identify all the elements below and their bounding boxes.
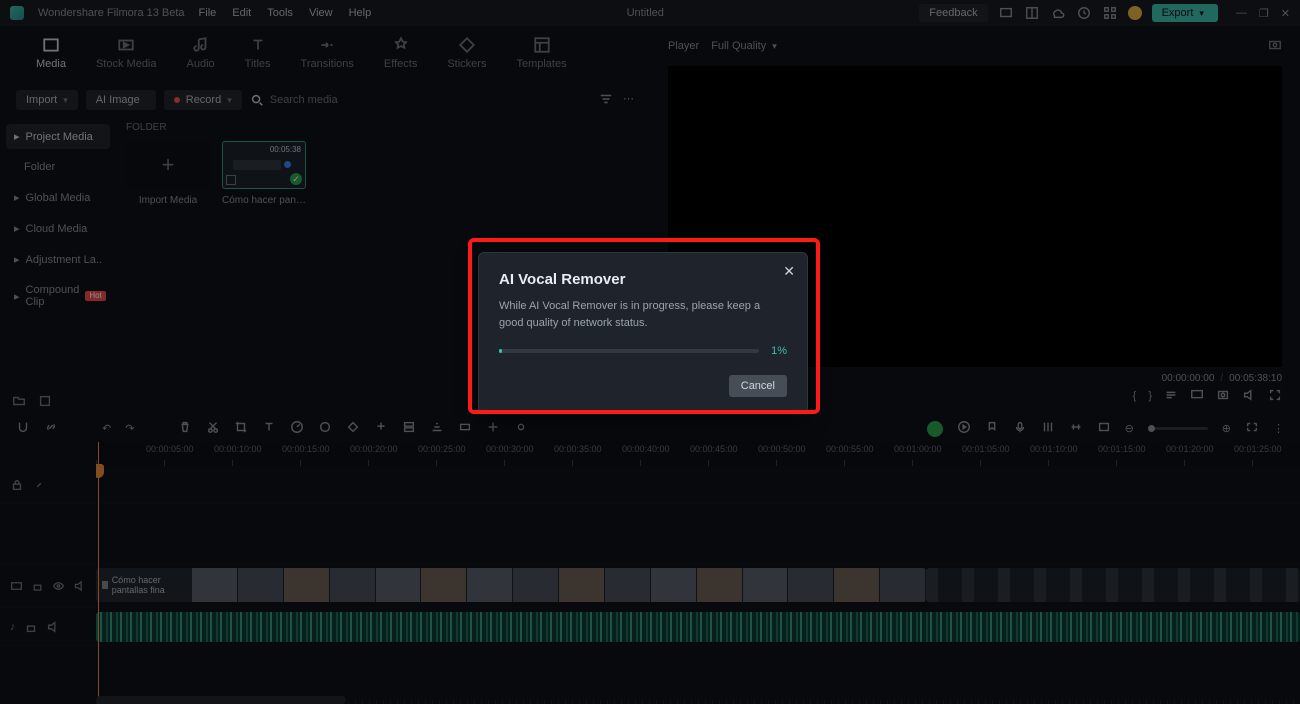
progress-row: 1% [499,345,787,357]
dialog-title: AI Vocal Remover [499,271,787,288]
dialog-close-icon[interactable]: ✕ [783,263,795,280]
progress-percent: 1% [771,345,787,357]
progress-bar [499,349,759,353]
ai-vocal-remover-dialog: ✕ AI Vocal Remover While AI Vocal Remove… [478,252,808,414]
progress-fill [499,349,502,353]
cancel-button[interactable]: Cancel [729,375,787,397]
dialog-body: While AI Vocal Remover is in progress, p… [499,298,787,331]
